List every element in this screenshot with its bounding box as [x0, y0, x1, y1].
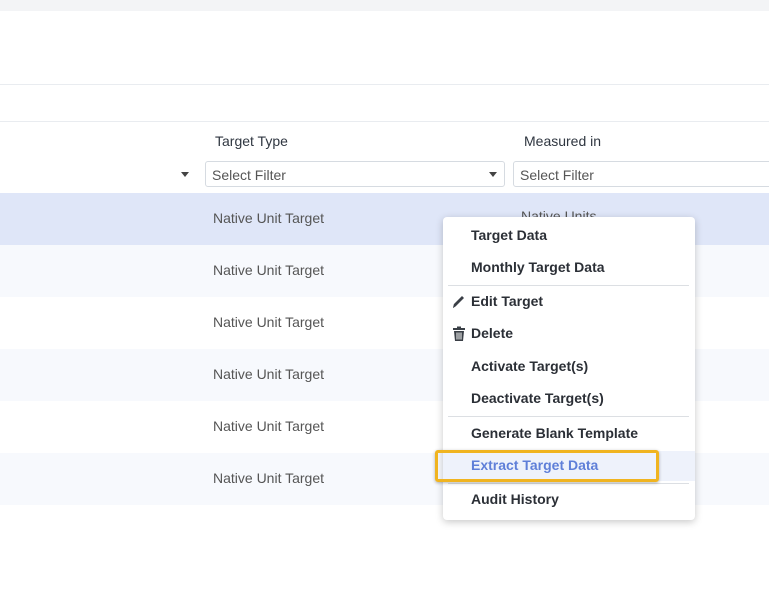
menu-item-edit-target[interactable]: Edit Target [443, 287, 695, 317]
target-type-cell: Native Unit Target [213, 366, 325, 382]
target-type-cell: Native Unit Target [213, 210, 325, 226]
column-header-target-type[interactable]: Target Type [215, 133, 288, 149]
target-type-cell: Native Unit Target [213, 418, 325, 434]
menu-item-monthly-target-data[interactable]: Monthly Target Data [443, 253, 695, 283]
target-type-cell: Native Unit Target [213, 314, 325, 330]
divider [0, 121, 769, 122]
menu-item-delete[interactable]: Delete [443, 319, 695, 349]
menu-item-generate-blank-template[interactable]: Generate Blank Template [443, 419, 695, 449]
trash-icon [452, 326, 466, 342]
menu-item-target-data[interactable]: Target Data [443, 221, 695, 251]
target-type-cell: Native Unit Target [213, 470, 325, 486]
menu-separator [448, 483, 689, 484]
highlight-box [435, 450, 659, 482]
menu-separator [448, 416, 689, 417]
menu-separator [448, 285, 689, 286]
pencil-icon [452, 294, 466, 310]
chevron-down-icon[interactable] [181, 172, 189, 177]
menu-item-audit-history[interactable]: Audit History [443, 485, 695, 515]
column-header-measured-in[interactable]: Measured in [524, 133, 601, 149]
menu-item-deactivate-targets[interactable]: Deactivate Target(s) [443, 384, 695, 414]
measured-in-filter[interactable]: Select Filter [513, 161, 769, 187]
menu-item-activate-targets[interactable]: Activate Target(s) [443, 352, 695, 382]
filter-placeholder: Select Filter [212, 167, 286, 183]
divider [0, 84, 769, 85]
top-toolbar-strip [0, 0, 769, 11]
chevron-down-icon[interactable] [489, 172, 497, 177]
target-type-filter[interactable]: Select Filter [205, 161, 505, 187]
target-type-cell: Native Unit Target [213, 262, 325, 278]
filter-placeholder: Select Filter [520, 167, 594, 183]
